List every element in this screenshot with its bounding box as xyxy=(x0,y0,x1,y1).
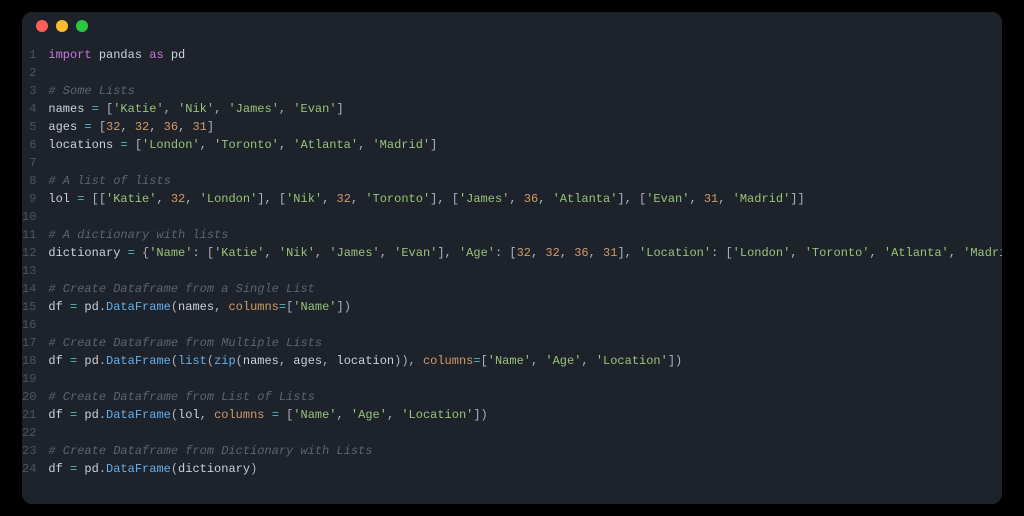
line-number: 14 xyxy=(22,280,36,298)
code-line[interactable]: dictionary = {'Name': ['Katie', 'Nik', '… xyxy=(48,244,1002,262)
line-number: 8 xyxy=(22,172,36,190)
code-line[interactable]: import pandas as pd xyxy=(48,46,1002,64)
line-number: 11 xyxy=(22,226,36,244)
code-line[interactable]: names = ['Katie', 'Nik', 'James', 'Evan'… xyxy=(48,100,1002,118)
code-line[interactable]: df = pd.DataFrame(dictionary) xyxy=(48,460,1002,478)
code-line[interactable] xyxy=(48,208,1002,226)
line-number: 1 xyxy=(22,46,36,64)
code-line[interactable]: # Create Dataframe from Dictionary with … xyxy=(48,442,1002,460)
code-line[interactable] xyxy=(48,370,1002,388)
code-line[interactable] xyxy=(48,64,1002,82)
code-line[interactable] xyxy=(48,316,1002,334)
line-number: 18 xyxy=(22,352,36,370)
line-number: 12 xyxy=(22,244,36,262)
line-number: 23 xyxy=(22,442,36,460)
line-number: 10 xyxy=(22,208,36,226)
line-number: 9 xyxy=(22,190,36,208)
line-number: 17 xyxy=(22,334,36,352)
line-number: 22 xyxy=(22,424,36,442)
code-line[interactable]: # Create Dataframe from a Single List xyxy=(48,280,1002,298)
line-number: 7 xyxy=(22,154,36,172)
line-number: 5 xyxy=(22,118,36,136)
code-line[interactable]: # Some Lists xyxy=(48,82,1002,100)
titlebar xyxy=(22,12,1002,40)
code-window: 123456789101112131415161718192021222324 … xyxy=(22,12,1002,504)
line-number: 24 xyxy=(22,460,36,478)
line-number: 6 xyxy=(22,136,36,154)
code-line[interactable]: # Create Dataframe from List of Lists xyxy=(48,388,1002,406)
line-number: 3 xyxy=(22,82,36,100)
line-number: 21 xyxy=(22,406,36,424)
code-line[interactable] xyxy=(48,424,1002,442)
code-line[interactable] xyxy=(48,262,1002,280)
line-number: 16 xyxy=(22,316,36,334)
line-number-gutter: 123456789101112131415161718192021222324 xyxy=(22,46,48,478)
code-area[interactable]: import pandas as pd # Some Listsnames = … xyxy=(48,46,1002,478)
code-line[interactable]: lol = [['Katie', 32, 'London'], ['Nik', … xyxy=(48,190,1002,208)
code-line[interactable]: ages = [32, 32, 36, 31] xyxy=(48,118,1002,136)
line-number: 19 xyxy=(22,370,36,388)
code-line[interactable] xyxy=(48,154,1002,172)
line-number: 4 xyxy=(22,100,36,118)
code-line[interactable]: df = pd.DataFrame(lol, columns = ['Name'… xyxy=(48,406,1002,424)
line-number: 13 xyxy=(22,262,36,280)
code-line[interactable]: # Create Dataframe from Multiple Lists xyxy=(48,334,1002,352)
code-line[interactable]: # A list of lists xyxy=(48,172,1002,190)
line-number: 2 xyxy=(22,64,36,82)
code-line[interactable]: # A dictionary with lists xyxy=(48,226,1002,244)
minimize-icon[interactable] xyxy=(56,20,68,32)
code-line[interactable]: df = pd.DataFrame(list(zip(names, ages, … xyxy=(48,352,1002,370)
line-number: 20 xyxy=(22,388,36,406)
zoom-icon[interactable] xyxy=(76,20,88,32)
close-icon[interactable] xyxy=(36,20,48,32)
line-number: 15 xyxy=(22,298,36,316)
code-line[interactable]: df = pd.DataFrame(names, columns=['Name'… xyxy=(48,298,1002,316)
editor[interactable]: 123456789101112131415161718192021222324 … xyxy=(22,40,1002,494)
code-line[interactable]: locations = ['London', 'Toronto', 'Atlan… xyxy=(48,136,1002,154)
